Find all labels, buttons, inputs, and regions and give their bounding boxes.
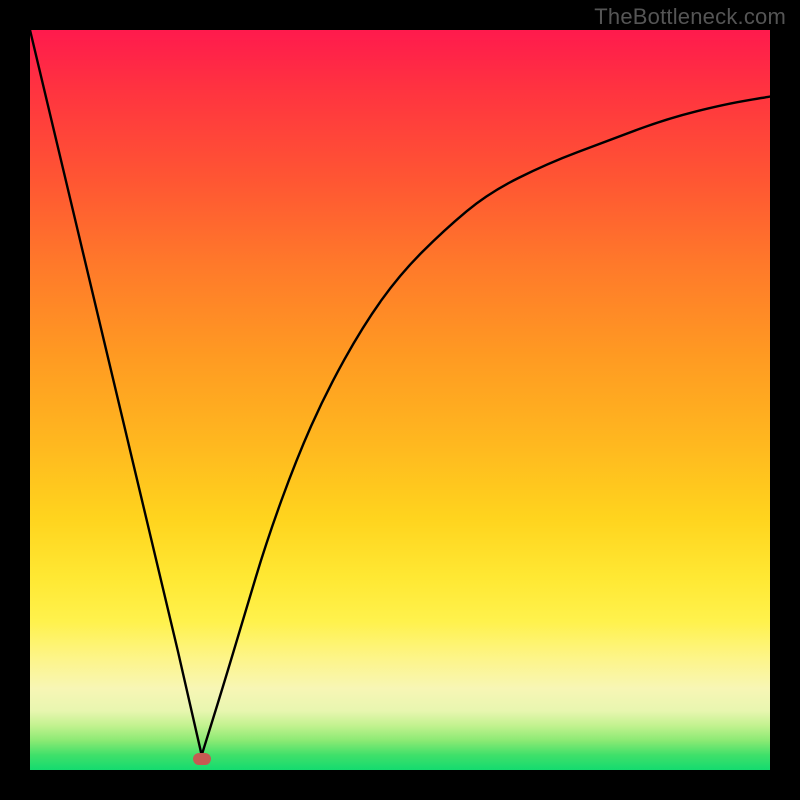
curve-svg	[30, 30, 770, 770]
minimum-marker	[193, 753, 211, 765]
bottleneck-curve	[30, 30, 770, 755]
watermark-text: TheBottleneck.com	[594, 4, 786, 30]
chart-frame: TheBottleneck.com	[0, 0, 800, 800]
plot-area	[30, 30, 770, 770]
